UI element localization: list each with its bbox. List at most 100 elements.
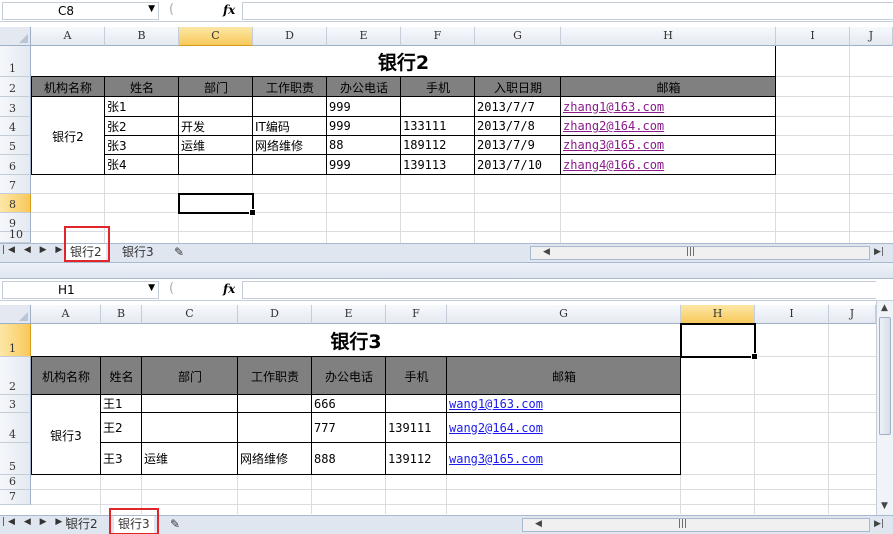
column-header-c[interactable]: C bbox=[179, 27, 253, 46]
row-header-3[interactable]: 3 bbox=[0, 395, 31, 413]
row-header-5[interactable]: 5 bbox=[0, 136, 31, 155]
column-header-f[interactable]: F bbox=[401, 27, 475, 46]
row-header-10[interactable]: 10 bbox=[0, 228, 31, 243]
column-header-d[interactable]: D bbox=[253, 27, 327, 46]
column-header-j[interactable]: J bbox=[850, 27, 893, 46]
email-link[interactable]: zhang2@164.com bbox=[561, 117, 776, 135]
column-header-d[interactable]: D bbox=[238, 305, 312, 324]
formula-input[interactable] bbox=[242, 281, 876, 299]
window-splitter[interactable] bbox=[0, 262, 893, 279]
scroll-thumb-grip-icon[interactable]: ||| bbox=[686, 247, 695, 257]
column-header-i[interactable]: I bbox=[776, 27, 850, 46]
formula-input[interactable] bbox=[242, 2, 893, 20]
table-cell[interactable] bbox=[179, 155, 253, 174]
cancel-icon[interactable]: ( bbox=[169, 281, 174, 296]
row-header-7[interactable]: 7 bbox=[0, 490, 31, 505]
new-sheet-icon[interactable]: ✎ bbox=[170, 244, 188, 262]
scroll-up-icon[interactable]: ▲ bbox=[881, 303, 888, 313]
table-cell[interactable] bbox=[142, 395, 238, 412]
table-cell[interactable] bbox=[142, 413, 238, 442]
tab-nav-arrows-icon[interactable]: |◀ ◀ ▶ ▶| bbox=[2, 517, 71, 527]
table-cell[interactable] bbox=[386, 395, 447, 412]
table-cell[interactable]: 王3 bbox=[101, 443, 142, 474]
table-cell[interactable]: 网络维修 bbox=[238, 443, 312, 474]
header-name[interactable]: 姓名 bbox=[101, 357, 142, 395]
header-dept[interactable]: 部门 bbox=[142, 357, 238, 395]
select-all-corner[interactable] bbox=[0, 27, 31, 46]
active-cell-h1[interactable] bbox=[680, 323, 758, 360]
table-cell[interactable]: 189112 bbox=[401, 136, 475, 154]
column-header-e[interactable]: E bbox=[327, 27, 401, 46]
column-header-e[interactable]: E bbox=[312, 305, 386, 324]
row-header-2[interactable]: 2 bbox=[0, 357, 31, 395]
email-link-text[interactable]: wang3@165.com bbox=[449, 452, 543, 466]
row-header-6[interactable]: 6 bbox=[0, 155, 31, 175]
row-header-4[interactable]: 4 bbox=[0, 413, 31, 443]
table-cell[interactable] bbox=[401, 97, 475, 116]
column-header-f[interactable]: F bbox=[386, 305, 447, 324]
email-link-text[interactable]: zhang2@164.com bbox=[563, 119, 664, 133]
email-link[interactable]: zhang4@166.com bbox=[561, 155, 776, 174]
table-cell[interactable]: 张4 bbox=[105, 155, 179, 174]
tab-nav-arrows-icon[interactable]: |◀ ◀ ▶ ▶| bbox=[2, 245, 71, 255]
scroll-left-icon[interactable]: ◀ bbox=[535, 519, 542, 529]
header-name[interactable]: 姓名 bbox=[105, 77, 179, 97]
row-header-6[interactable]: 6 bbox=[0, 475, 31, 490]
table-cell[interactable]: 王1 bbox=[101, 395, 142, 412]
table-cell[interactable]: 666 bbox=[312, 395, 386, 412]
name-box[interactable]: C8 ▼ bbox=[2, 2, 159, 20]
header-role[interactable]: 工作职责 bbox=[253, 77, 327, 97]
table-cell[interactable]: 139112 bbox=[386, 443, 447, 474]
column-header-j[interactable]: J bbox=[829, 305, 876, 324]
email-link[interactable]: wang2@164.com bbox=[447, 413, 681, 442]
table-cell[interactable] bbox=[179, 97, 253, 116]
table-cell[interactable]: 运维 bbox=[179, 136, 253, 154]
table-cell[interactable]: 888 bbox=[312, 443, 386, 474]
insert-function-icon[interactable]: fx bbox=[223, 282, 235, 296]
table-cell[interactable]: 王2 bbox=[101, 413, 142, 442]
table-cell[interactable]: 2013/7/8 bbox=[475, 117, 561, 135]
header-office-phone[interactable]: 办公电话 bbox=[312, 357, 386, 395]
header-dept[interactable]: 部门 bbox=[179, 77, 253, 97]
table-cell[interactable]: 139111 bbox=[386, 413, 447, 442]
tab-bank2[interactable]: 银行2 bbox=[62, 516, 102, 534]
sheet-title[interactable]: 银行3 bbox=[31, 324, 681, 357]
horizontal-scrollbar[interactable]: ◀ ||| bbox=[522, 518, 870, 532]
table-cell[interactable]: 运维 bbox=[142, 443, 238, 474]
table-cell[interactable]: 999 bbox=[327, 155, 401, 174]
header-mobile[interactable]: 手机 bbox=[401, 77, 475, 97]
org-cell[interactable]: 银行2 bbox=[31, 97, 105, 175]
header-org[interactable]: 机构名称 bbox=[31, 357, 101, 395]
table-cell[interactable]: 999 bbox=[327, 97, 401, 116]
chevron-down-icon[interactable]: ▼ bbox=[148, 283, 155, 293]
new-sheet-icon[interactable]: ✎ bbox=[166, 516, 184, 534]
email-link[interactable]: zhang3@165.com bbox=[561, 136, 776, 154]
column-header-h[interactable]: H bbox=[561, 27, 776, 46]
table-cell[interactable]: 2013/7/9 bbox=[475, 136, 561, 154]
table-cell[interactable]: 2013/7/7 bbox=[475, 97, 561, 116]
table-cell[interactable] bbox=[253, 155, 327, 174]
row-header-3[interactable]: 3 bbox=[0, 97, 31, 117]
scroll-thumb[interactable] bbox=[879, 317, 891, 435]
table-cell[interactable]: 139113 bbox=[401, 155, 475, 174]
header-role[interactable]: 工作职责 bbox=[238, 357, 312, 395]
table-cell[interactable] bbox=[238, 395, 312, 412]
email-link-text[interactable]: zhang1@163.com bbox=[563, 100, 664, 114]
table-cell[interactable]: 开发 bbox=[179, 117, 253, 135]
table-cell[interactable]: 张2 bbox=[105, 117, 179, 135]
table-cell[interactable] bbox=[238, 413, 312, 442]
row-header-1[interactable]: 1 bbox=[0, 324, 31, 357]
column-header-a[interactable]: A bbox=[31, 27, 105, 46]
column-header-b[interactable]: B bbox=[101, 305, 142, 324]
select-all-corner[interactable] bbox=[0, 305, 31, 324]
table-cell[interactable]: 777 bbox=[312, 413, 386, 442]
column-header-i[interactable]: I bbox=[755, 305, 829, 324]
email-link-text[interactable]: wang2@164.com bbox=[449, 421, 543, 435]
header-org[interactable]: 机构名称 bbox=[31, 77, 105, 97]
scroll-thumb-grip-icon[interactable]: ||| bbox=[678, 519, 687, 529]
email-link[interactable]: wang3@165.com bbox=[447, 443, 681, 474]
vertical-scrollbar[interactable]: ▲ ▼ bbox=[876, 301, 893, 515]
header-email[interactable]: 邮箱 bbox=[447, 357, 681, 395]
row-header-4[interactable]: 4 bbox=[0, 117, 31, 136]
tab-bank3[interactable]: 银行3 bbox=[118, 244, 158, 262]
